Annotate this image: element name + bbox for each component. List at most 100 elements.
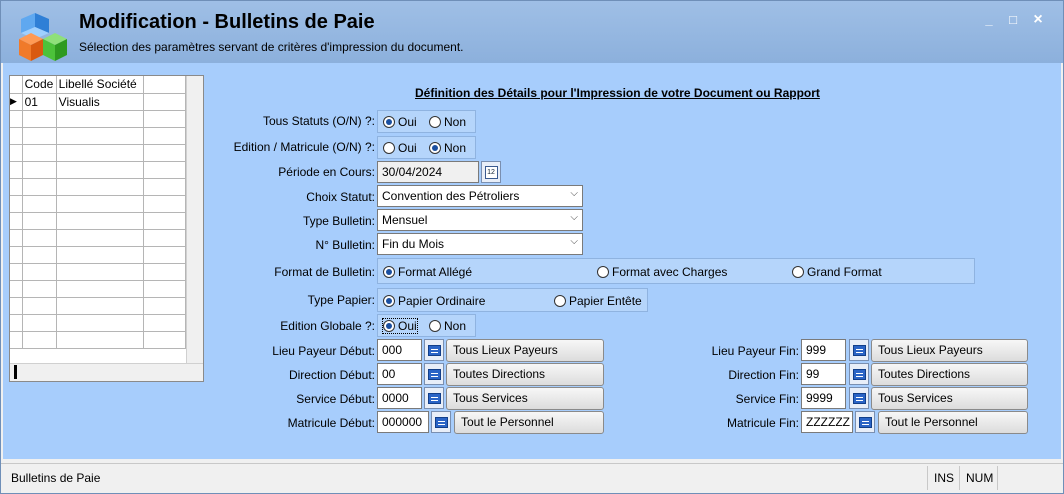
tous-statuts-non-radio[interactable]: Non	[429, 115, 466, 129]
grand-format-label: Grand Format	[807, 265, 882, 279]
grand-format-radio[interactable]: Grand Format	[792, 265, 882, 279]
format-allege-label: Format Allégé	[398, 265, 473, 279]
type-papier-label: Type Papier:	[307, 293, 375, 307]
direction-debut-lookup-button[interactable]	[424, 363, 444, 385]
edition-globale-non-radio[interactable]: Non	[429, 319, 466, 333]
tous-statuts-label: Tous Statuts (O/N) ?:	[262, 114, 375, 128]
title-bar: Modification - Bulletins de Paie Sélecti…	[1, 1, 1063, 63]
tous-services-debut-button[interactable]: Tous Services	[446, 387, 604, 410]
direction-fin-lookup-button[interactable]	[849, 363, 869, 385]
radio-selected-icon	[383, 295, 395, 307]
direction-fin-label: Direction Fin:	[728, 368, 799, 382]
lieu-payeur-fin-lookup-button[interactable]	[849, 339, 869, 361]
service-fin-input[interactable]: 9999	[801, 387, 846, 409]
matricule-debut-input[interactable]: 000000	[377, 411, 429, 433]
direction-fin-input[interactable]: 99	[801, 363, 846, 385]
close-button[interactable]: ×	[1028, 12, 1048, 28]
radio-selected-icon	[383, 320, 395, 332]
no-bulletin-select[interactable]: Fin du Mois ⌵	[377, 233, 583, 255]
papier-ordinaire-radio[interactable]: Papier Ordinaire	[383, 294, 485, 308]
toutes-directions-fin-button[interactable]: Toutes Directions	[871, 363, 1028, 386]
tous-lieux-payeurs-debut-button[interactable]: Tous Lieux Payeurs	[446, 339, 604, 362]
chevron-down-icon: ⌵	[570, 188, 578, 199]
radio-unselected-icon	[429, 116, 441, 128]
table-row	[10, 245, 187, 264]
lieu-payeur-debut-input[interactable]: 000	[377, 339, 422, 361]
grid-vertical-scrollbar[interactable]	[186, 76, 203, 363]
tous-statuts-non-label: Non	[444, 115, 467, 129]
tous-lieux-payeurs-fin-button[interactable]: Tous Lieux Payeurs	[871, 339, 1028, 362]
matricule-debut-label: Matricule Début:	[287, 416, 375, 430]
list-icon	[427, 392, 441, 404]
no-bulletin-label: N° Bulletin:	[315, 238, 376, 252]
choix-statut-label: Choix Statut:	[306, 190, 375, 204]
tout-le-personnel-debut-button[interactable]: Tout le Personnel	[454, 411, 604, 434]
periode-input[interactable]: 30/04/2024	[377, 161, 479, 183]
service-debut-label: Service Début:	[296, 392, 375, 406]
num-indicator: NUM	[959, 466, 997, 490]
service-debut-input[interactable]: 0000	[377, 387, 422, 409]
table-row	[10, 330, 187, 349]
column-header-code[interactable]: Code	[21, 76, 57, 94]
lieu-payeur-debut-lookup-button[interactable]	[424, 339, 444, 361]
calendar-icon: 12	[484, 165, 498, 179]
matricule-debut-lookup-button[interactable]	[431, 411, 451, 433]
periode-label: Période en Cours:	[278, 165, 375, 179]
radio-unselected-icon	[554, 295, 566, 307]
papier-ordinaire-label: Papier Ordinaire	[398, 294, 486, 308]
cell-empty	[142, 92, 187, 111]
service-debut-lookup-button[interactable]	[424, 387, 444, 409]
choix-statut-select[interactable]: Convention des Pétroliers ⌵	[377, 185, 583, 207]
edition-globale-label: Edition Globale ?:	[280, 319, 375, 333]
calendar-button[interactable]: 12	[481, 161, 501, 183]
table-row	[10, 228, 187, 247]
table-row	[10, 194, 187, 213]
section-title: Définition des Détails pour l'Impression…	[415, 86, 820, 100]
current-row-arrow-icon: ▶	[10, 92, 23, 111]
table-row	[10, 126, 187, 145]
type-bulletin-select[interactable]: Mensuel ⌵	[377, 209, 583, 231]
table-row	[10, 109, 187, 128]
minimize-button[interactable]: _	[979, 12, 999, 28]
lieu-payeur-fin-label: Lieu Payeur Fin:	[711, 344, 799, 358]
papier-entete-radio[interactable]: Papier Entête	[554, 294, 642, 308]
type-bulletin-value: Mensuel	[382, 213, 428, 227]
status-text: Bulletins de Paie	[11, 471, 101, 485]
cell-code[interactable]: 01	[21, 92, 57, 111]
tout-le-personnel-fin-button[interactable]: Tout le Personnel	[878, 411, 1028, 434]
matricule-fin-lookup-button[interactable]	[855, 411, 875, 433]
company-grid[interactable]: Code Libellé Société ▶ 01 Visualis	[9, 75, 204, 382]
window-subtitle: Sélection des paramètres servant de crit…	[79, 40, 464, 54]
tous-services-fin-button[interactable]: Tous Services	[871, 387, 1028, 410]
matricule-fin-input[interactable]: ZZZZZZ	[801, 411, 853, 433]
format-bulletin-label: Format de Bulletin:	[274, 265, 375, 279]
edition-globale-oui-label: Oui	[398, 319, 417, 333]
company-table: Code Libellé Société ▶ 01 Visualis	[10, 76, 187, 349]
table-row	[10, 279, 187, 298]
main-panel: Code Libellé Société ▶ 01 Visualis Défin…	[3, 63, 1061, 459]
table-header-row: Code Libellé Société	[10, 76, 187, 94]
maximize-button[interactable]: □	[1003, 12, 1023, 28]
window-title: Modification - Bulletins de Paie	[79, 11, 375, 33]
column-header-libelle[interactable]: Libellé Société	[55, 76, 144, 94]
edition-matricule-label: Edition / Matricule (O/N) ?:	[233, 140, 375, 154]
list-icon	[852, 368, 866, 380]
format-allege-radio[interactable]: Format Allégé	[383, 265, 472, 279]
toutes-directions-debut-button[interactable]: Toutes Directions	[446, 363, 604, 386]
format-avec-charges-radio[interactable]: Format avec Charges	[597, 265, 727, 279]
table-row	[10, 296, 187, 315]
table-row[interactable]: ▶ 01 Visualis	[10, 92, 187, 111]
service-fin-lookup-button[interactable]	[849, 387, 869, 409]
tous-statuts-oui-radio[interactable]: Oui	[383, 115, 417, 129]
radio-unselected-icon	[429, 320, 441, 332]
tous-statuts-radio-group: Oui Non	[377, 110, 476, 133]
direction-debut-input[interactable]: 00	[377, 363, 422, 385]
format-bulletin-radio-group: Format Allégé Format avec Charges Grand …	[377, 258, 975, 284]
edition-globale-oui-radio[interactable]: Oui	[382, 318, 418, 334]
status-empty-cell	[997, 466, 1053, 490]
edition-matricule-oui-radio[interactable]: Oui	[383, 141, 417, 155]
cell-libelle[interactable]: Visualis	[55, 92, 144, 111]
lieu-payeur-fin-input[interactable]: 999	[801, 339, 846, 361]
radio-selected-icon	[383, 266, 395, 278]
edition-matricule-non-radio[interactable]: Non	[429, 141, 466, 155]
